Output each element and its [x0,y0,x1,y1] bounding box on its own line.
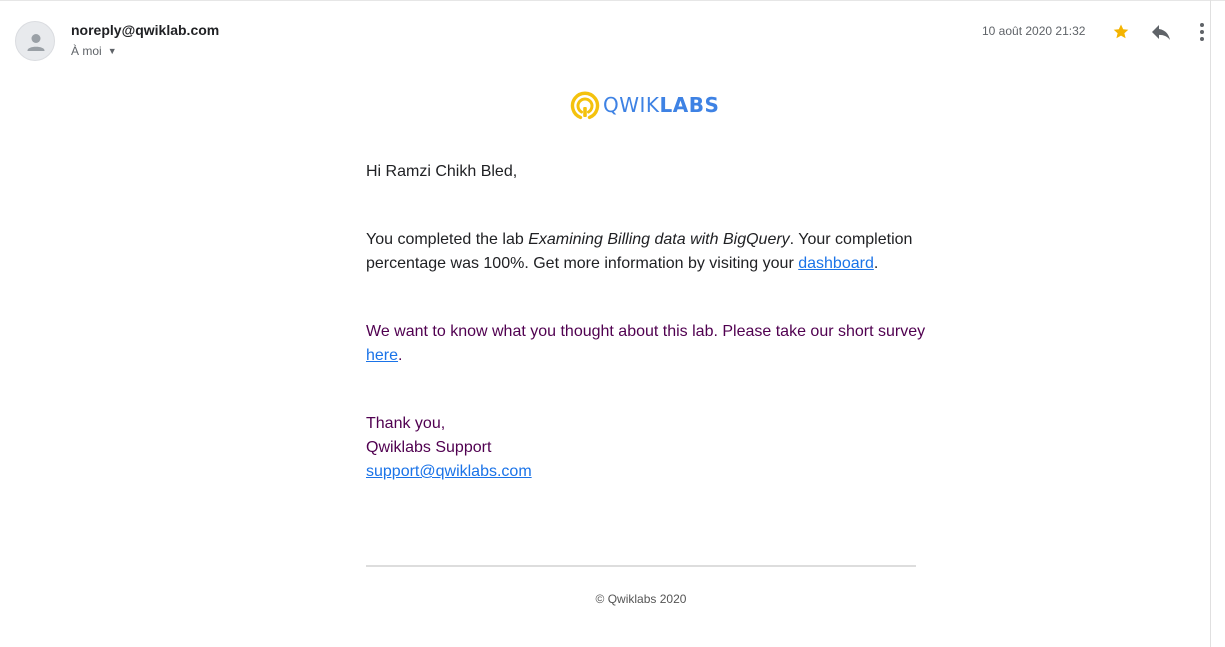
reply-button[interactable] [1149,20,1173,44]
survey-paragraph: We want to know what you thought about t… [366,320,926,368]
thanks-text: Thank you, [366,415,446,432]
message-date: 10 août 2020 21:32 [982,24,1086,38]
qwiklabs-logo-icon [570,91,600,120]
avatar-icon [27,34,45,51]
greeting: Hi Ramzi Chikh Bled, [366,163,518,180]
sender-avatar[interactable] [15,21,55,61]
completion-paragraph: You completed the lab Examining Billing … [366,228,926,276]
more-vert-icon [1200,23,1204,41]
signature-text: Qwiklabs Support [366,439,492,456]
sender-email[interactable]: noreply@qwiklab.com [71,22,219,38]
logo-text-bold: LABS [659,93,720,117]
footer-divider [366,565,916,567]
para1-suffix: . [873,255,879,272]
footer-copyright: © Qwiklabs 2020 [595,592,687,606]
para2-prefix: We want to know what you thought about t… [366,323,926,340]
logo-wordmark: QWIKLABS [603,93,719,117]
recipient-dropdown[interactable]: À moi ▼ [71,44,117,58]
more-options-button[interactable] [1190,20,1214,44]
scrollbar-edge [1210,0,1211,647]
signoff: Thank you, Qwiklabs Support support@qwik… [366,412,926,484]
star-icon [1113,24,1129,39]
para1-prefix: You completed the lab [366,231,529,248]
dashboard-link[interactable]: dashboard [798,255,874,272]
top-border [0,0,1225,1]
logo-text-light: QWIK [603,93,660,117]
caret-down-icon: ▼ [107,46,117,56]
recipient-label: À moi [71,44,102,58]
reply-icon [1152,25,1170,40]
lab-name: Examining Billing data with BigQuery [528,231,790,248]
para2-suffix: . [398,347,403,364]
survey-link[interactable]: here [366,347,398,364]
star-button[interactable] [1109,20,1133,44]
support-email-link[interactable]: support@qwiklabs.com [366,463,532,480]
